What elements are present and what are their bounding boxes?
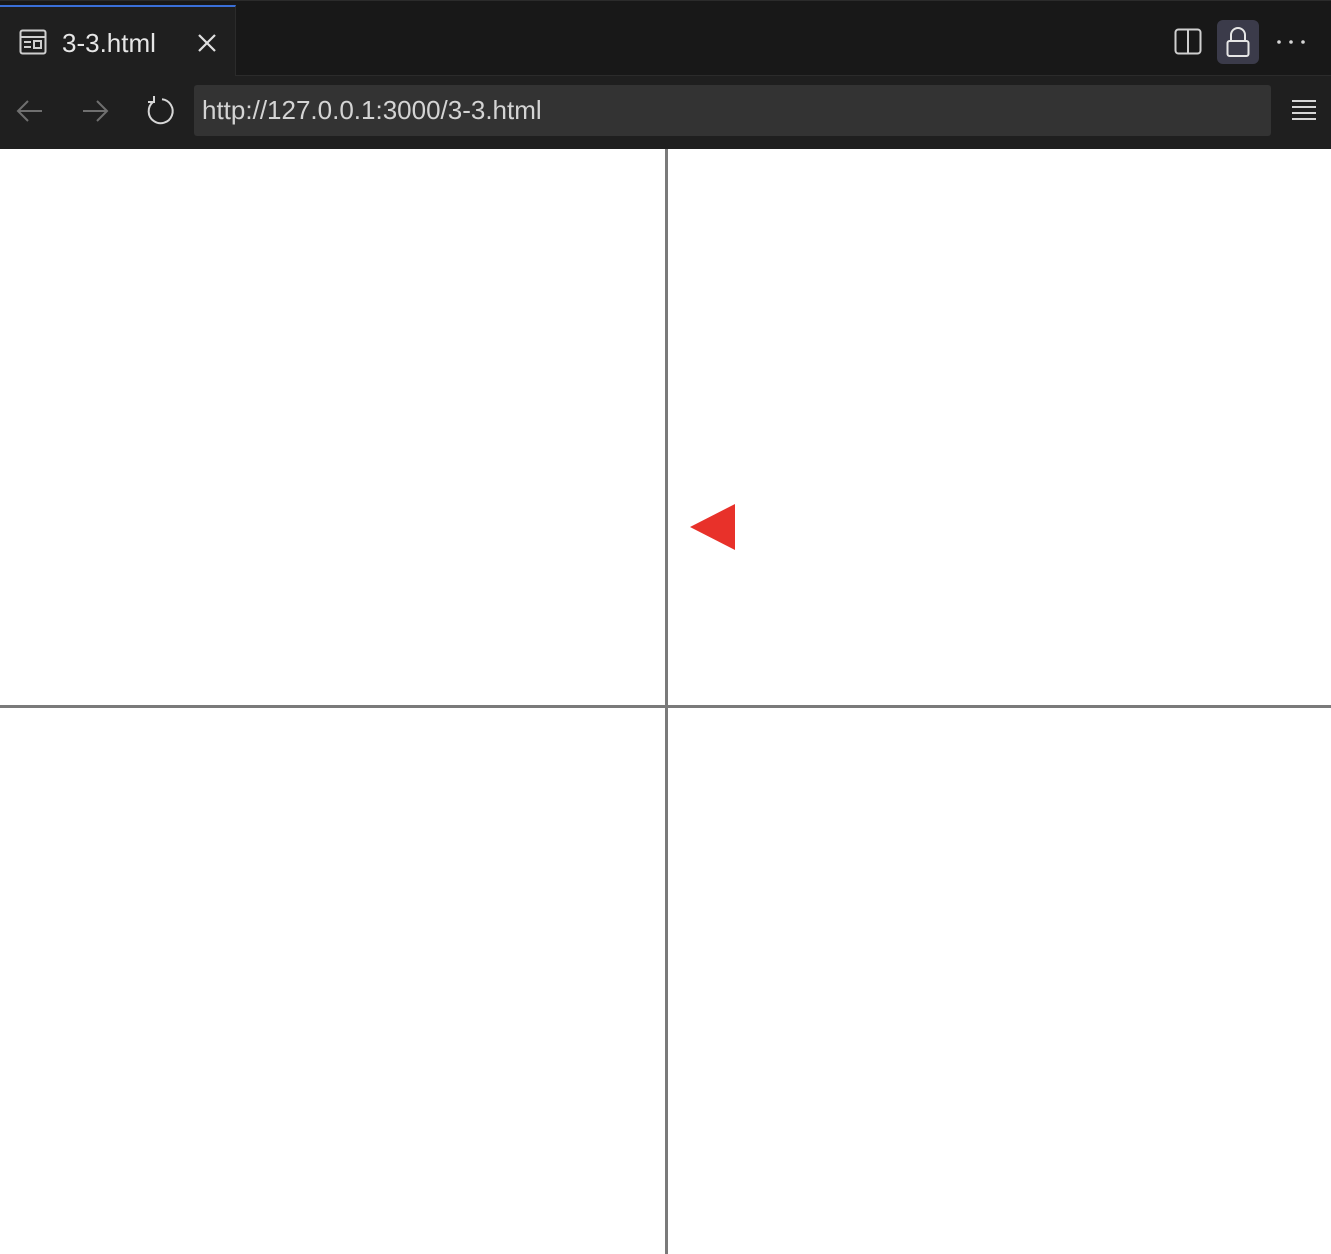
tab-bar: 3-3.html xyxy=(0,0,1331,77)
page-preview-icon xyxy=(19,29,47,55)
vertical-axis-line xyxy=(665,149,668,1254)
split-editor-icon[interactable] xyxy=(1167,20,1209,64)
browser-window: 3-3.html http://127.0.0.1:3000/3-3.html xyxy=(0,0,1331,1254)
navigation-bar: http://127.0.0.1:3000/3-3.html xyxy=(0,76,1331,149)
horizontal-axis-line xyxy=(0,705,1331,708)
close-icon[interactable] xyxy=(193,29,221,57)
address-bar[interactable]: http://127.0.0.1:3000/3-3.html xyxy=(194,85,1271,136)
more-actions-icon[interactable] xyxy=(1270,20,1312,64)
tab-active[interactable]: 3-3.html xyxy=(0,5,236,77)
page-viewport xyxy=(0,149,1331,1254)
arrow-right-icon[interactable] xyxy=(77,93,113,129)
red-triangle-marker xyxy=(690,504,735,550)
arrow-left-icon[interactable] xyxy=(12,93,48,129)
reload-icon[interactable] xyxy=(142,93,178,129)
lock-icon[interactable] xyxy=(1217,20,1259,64)
hamburger-menu-icon[interactable] xyxy=(1286,93,1322,129)
tab-title: 3-3.html xyxy=(62,28,156,58)
